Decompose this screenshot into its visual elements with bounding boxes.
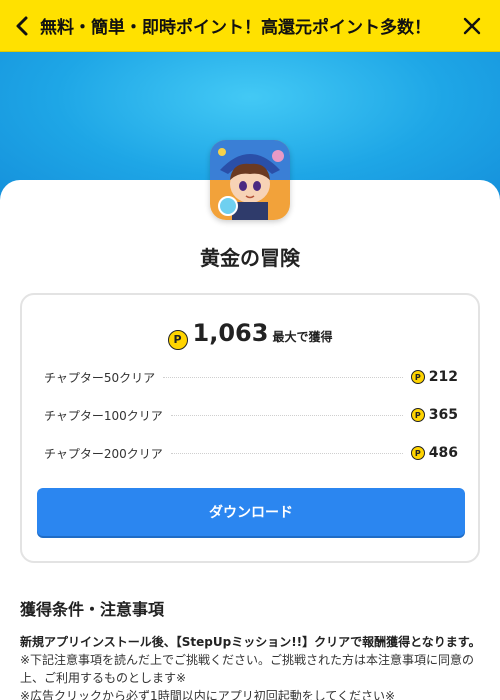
point-coin-icon: P [167, 329, 188, 350]
reward-item: チャプター50クリア P 212 [44, 367, 458, 387]
dotted-leader [163, 376, 403, 378]
point-coin-icon: P [410, 408, 425, 422]
reward-card: P 1,063 最大で獲得 チャプター50クリア P 212 チャプター100ク… [20, 293, 480, 563]
download-button[interactable]: ダウンロード [37, 488, 465, 536]
point-coin-icon: P [410, 446, 425, 460]
reward-item-label: チャプター50クリア [44, 370, 156, 385]
conditions-note: ※広告クリックから必ず1時間以内にアプリ初回起動をしてください※ [20, 689, 396, 700]
total-reward: P 1,063 最大で獲得 [22, 319, 478, 350]
conditions-headline: 新規アプリインストール後、【StepUpミッション!!】クリアで報酬獲得となりま… [20, 635, 481, 649]
close-button[interactable] [444, 0, 500, 52]
chevron-left-icon [16, 16, 28, 35]
total-points: 1,063 [192, 319, 269, 347]
reward-item-label: チャプター200クリア [44, 446, 163, 461]
reward-item-label: チャプター100クリア [44, 408, 163, 423]
back-button[interactable] [0, 0, 44, 52]
app-icon [210, 140, 290, 220]
dotted-leader [170, 452, 403, 454]
total-suffix: 最大で獲得 [272, 330, 333, 344]
reward-item: チャプター100クリア P 365 [44, 405, 458, 425]
reward-item-points: 212 [428, 369, 458, 385]
header-bar: 無料・簡単・即時ポイント！高還元ポイント多数！ [0, 0, 500, 52]
header-title: 無料・簡単・即時ポイント！高還元ポイント多数！ [40, 18, 431, 38]
reward-item-points: 365 [428, 407, 458, 423]
close-icon [463, 17, 481, 34]
reward-item-points: 486 [428, 445, 458, 461]
conditions-note: ※下記注意事項を読んだ上でご挑戦ください。ご挑戦された方は本注意事項に同意の上、… [20, 653, 475, 685]
reward-item: チャプター200クリア P 486 [44, 443, 458, 463]
conditions-title: 獲得条件・注意事項 [20, 600, 165, 619]
app-title: 黄金の冒険 [200, 246, 300, 270]
dotted-leader [170, 414, 403, 416]
point-coin-icon: P [410, 370, 425, 384]
